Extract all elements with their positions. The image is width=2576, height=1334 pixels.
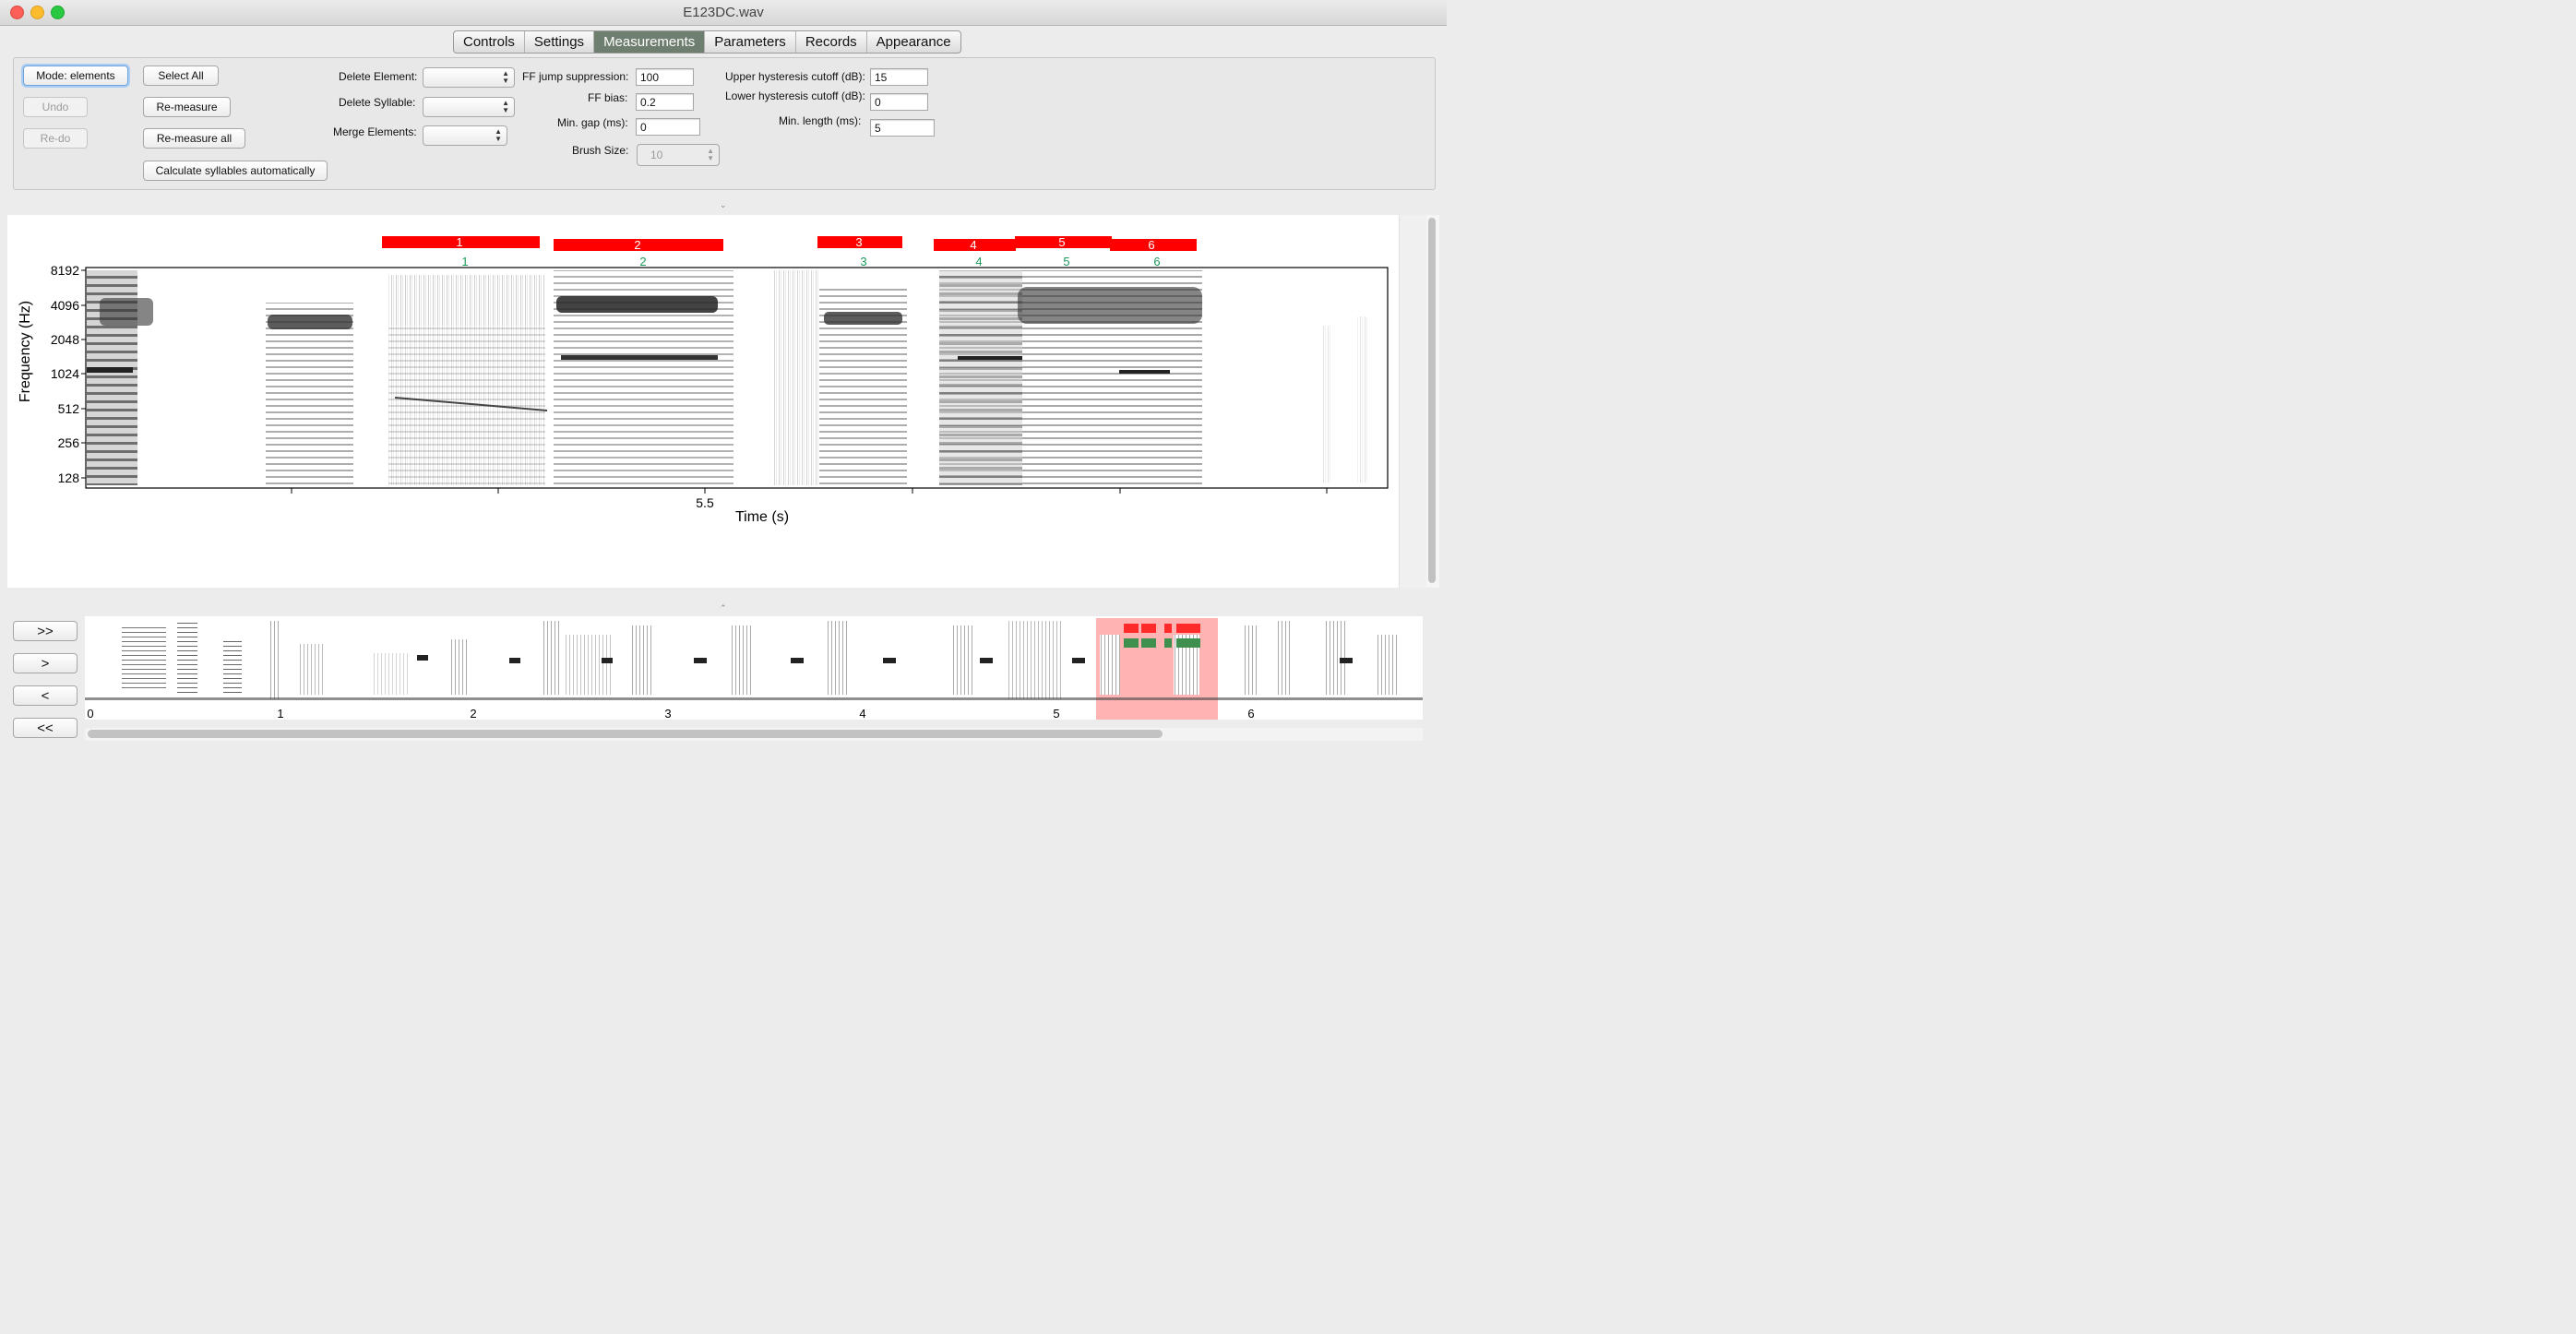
splitter-handle[interactable]: ⌄ <box>720 200 727 210</box>
y-tick-label: 256 <box>58 435 80 450</box>
element-label: 5 <box>1058 235 1065 249</box>
ff-bias-label: FF bias: <box>588 91 628 104</box>
syllable-label: 1 <box>461 255 468 268</box>
brush-size-label: Brush Size: <box>572 144 629 157</box>
remeasure-button[interactable]: Re-measure <box>143 97 231 117</box>
horizontal-scroll-thumb[interactable] <box>88 730 1163 738</box>
stepper-arrows-icon: ▲ ▼ <box>502 99 509 114</box>
window-title: E123DC.wav <box>683 5 764 20</box>
forward-button[interactable]: > <box>13 653 78 673</box>
delete-element-select[interactable]: ▲ ▼ <box>423 67 515 88</box>
element-label: 2 <box>634 238 640 252</box>
y-tick-label: 8192 <box>51 263 79 278</box>
brush-size-value: 10 <box>650 149 663 161</box>
redo-button[interactable]: Re-do <box>23 128 88 149</box>
syllable-label: 3 <box>860 255 866 268</box>
mode-button[interactable]: Mode: elements <box>23 66 128 86</box>
syllable-label: 5 <box>1063 255 1069 268</box>
syllable-label: 2 <box>639 255 646 268</box>
splitter-handle[interactable]: ⌃ <box>720 603 727 613</box>
tab-appearance[interactable]: Appearance <box>867 31 960 53</box>
ff-jump-field[interactable]: 100 <box>636 68 694 86</box>
element-label: 1 <box>456 235 462 249</box>
fast-forward-button[interactable]: >> <box>13 621 78 641</box>
main-tabs: Controls Settings Measurements Parameter… <box>453 30 961 54</box>
overview-tick-label: 3 <box>664 707 671 720</box>
min-length-label: Min. length (ms): <box>779 114 862 127</box>
spectrogram-side-panel <box>1399 215 1427 588</box>
element-label: 6 <box>1148 238 1154 252</box>
x-axis-label: Time (s) <box>735 509 789 525</box>
upper-hysteresis-label: Upper hysteresis cutoff (dB): <box>725 70 865 83</box>
y-tick-label: 4096 <box>51 298 79 313</box>
lower-hysteresis-field[interactable]: 0 <box>870 93 928 111</box>
brush-size-stepper[interactable]: 10 ▲ ▼ <box>637 144 720 166</box>
delete-syllable-label: Delete Syllable: <box>339 96 416 109</box>
lower-hysteresis-label: Lower hysteresis cutoff (dB): <box>725 89 865 102</box>
delete-element-label: Delete Element: <box>339 70 418 83</box>
element-label: 4 <box>970 238 976 252</box>
overview-tick-label: 2 <box>470 707 476 720</box>
syllable-label: 6 <box>1153 255 1160 268</box>
min-gap-field[interactable]: 0 <box>636 118 700 136</box>
back-button[interactable]: < <box>13 685 78 706</box>
element-label: 3 <box>855 235 862 249</box>
tab-parameters[interactable]: Parameters <box>705 31 796 53</box>
overview-svg: 0 1 2 3 4 5 6 <box>85 618 1423 721</box>
y-tick-label: 2048 <box>51 332 79 347</box>
tab-records[interactable]: Records <box>796 31 867 53</box>
overview-waveform <box>85 621 1423 700</box>
overview-tick-label: 0 <box>87 707 93 720</box>
upper-hysteresis-field[interactable]: 15 <box>870 68 928 86</box>
y-tick-label: 1024 <box>51 366 79 381</box>
y-tick-label: 512 <box>58 401 80 416</box>
stepper-arrows-icon: ▲ ▼ <box>707 147 714 162</box>
overview-tick-label: 5 <box>1053 707 1059 720</box>
spectrogram-svg: 1 2 3 4 5 6 1 2 3 4 5 6 8192 4096 2048 1… <box>18 235 1389 525</box>
vertical-scroll-thumb[interactable] <box>1428 218 1436 583</box>
stepper-arrows-icon: ▲ ▼ <box>502 69 509 85</box>
min-length-field[interactable]: 5 <box>870 119 935 137</box>
delete-syllable-select[interactable]: ▲ ▼ <box>423 97 515 117</box>
stepper-arrows-icon: ▲ ▼ <box>495 127 502 143</box>
overview-tick-label: 6 <box>1247 707 1254 720</box>
select-all-button[interactable]: Select All <box>143 66 219 86</box>
overview-spectrogram[interactable]: 0 1 2 3 4 5 6 <box>85 616 1423 721</box>
spectrogram-view[interactable]: 1 2 3 4 5 6 1 2 3 4 5 6 8192 4096 2048 1… <box>7 215 1399 588</box>
x-tick-label: 5.5 <box>696 495 714 510</box>
overview-tick-label: 4 <box>859 707 865 720</box>
element-bars: 1 2 3 4 5 6 <box>382 235 1197 252</box>
y-tick-label: 128 <box>58 470 80 485</box>
overview-tick-label: 1 <box>277 707 283 720</box>
syllable-label: 4 <box>975 255 982 268</box>
y-axis-label: Frequency (Hz) <box>18 301 33 402</box>
remeasure-all-button[interactable]: Re-measure all <box>143 128 245 149</box>
tab-measurements[interactable]: Measurements <box>594 31 706 53</box>
min-gap-label: Min. gap (ms): <box>557 116 628 129</box>
undo-button[interactable]: Undo <box>23 97 88 117</box>
tab-settings[interactable]: Settings <box>525 31 595 53</box>
merge-elements-select[interactable]: ▲ ▼ <box>423 125 507 146</box>
tab-controls[interactable]: Controls <box>454 31 525 53</box>
calculate-syllables-button[interactable]: Calculate syllables automatically <box>143 161 328 181</box>
ff-bias-field[interactable]: 0.2 <box>636 93 694 111</box>
ff-jump-label: FF jump suppression: <box>522 70 629 83</box>
merge-elements-label: Merge Elements: <box>333 125 417 138</box>
fast-back-button[interactable]: << <box>13 718 78 738</box>
title-bar: E123DC.wav <box>0 0 1447 26</box>
